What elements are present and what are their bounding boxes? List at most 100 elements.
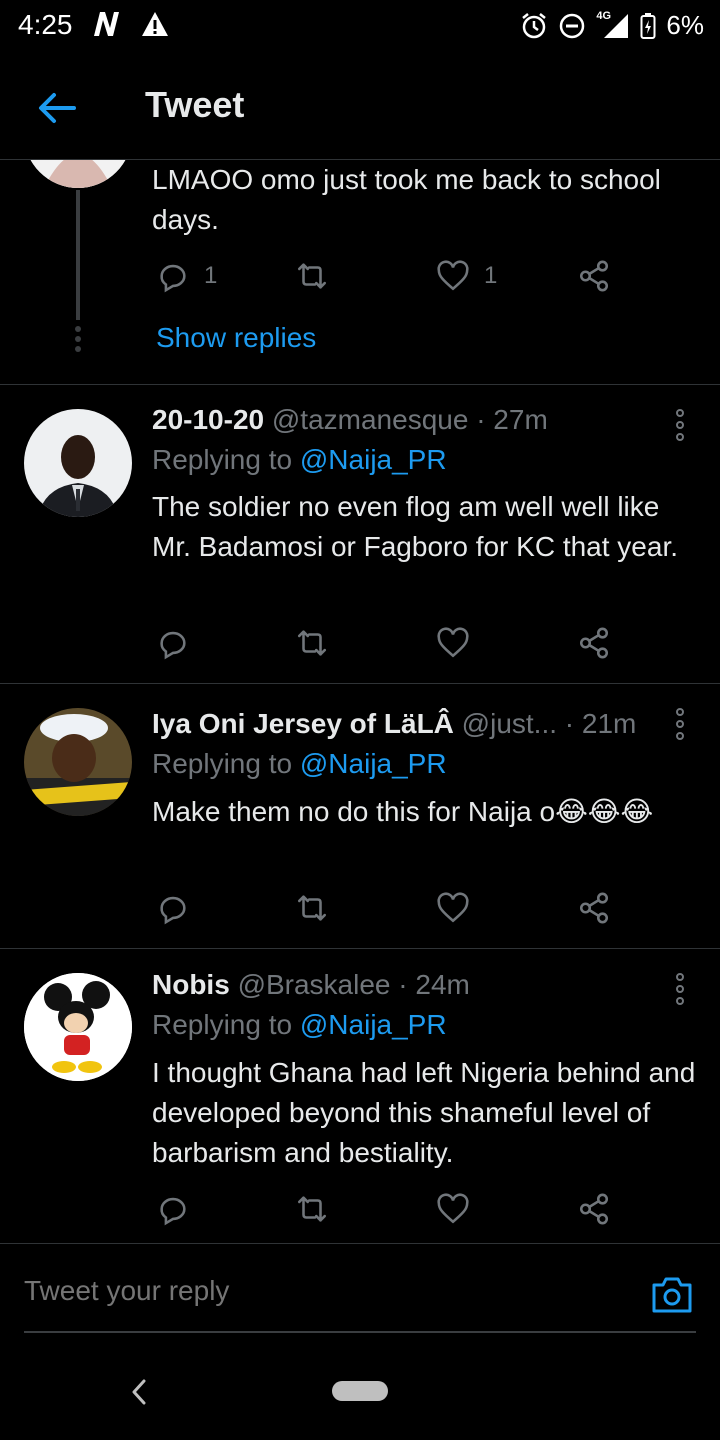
status-notification-icons [92, 10, 170, 38]
share-button[interactable] [577, 888, 611, 928]
reply-tweet[interactable]: 20-10-20 @tazmanesque · 27m Replying to … [0, 385, 720, 684]
signal-indicator: 4G [596, 10, 630, 40]
retweet-button[interactable] [295, 623, 329, 663]
timestamp: · 21m [564, 708, 637, 739]
heart-icon [437, 627, 469, 658]
tweet-actions [152, 1189, 622, 1229]
like-button[interactable]: 1 [436, 256, 497, 296]
back-arrow-icon[interactable] [36, 86, 80, 130]
reply-count: 1 [204, 262, 218, 289]
reply-button[interactable] [156, 623, 190, 663]
tweet-body: Iya Oni Jersey of LäLÂ @just... · 21m Re… [152, 704, 660, 784]
tweet-text: Make them no do this for Naija o😂😂😂 [152, 796, 654, 827]
tweet-meta: Nobis @Braskalee · 24m [152, 965, 660, 1005]
share-icon [579, 260, 609, 292]
display-name[interactable]: Iya Oni Jersey of LäLÂ [152, 708, 454, 739]
avatar[interactable] [24, 973, 132, 1081]
tweet-actions: 1 1 [152, 256, 622, 296]
like-button[interactable] [436, 888, 470, 928]
retweet-icon [297, 630, 327, 656]
show-replies-link[interactable]: Show replies [156, 322, 316, 354]
replying-prefix: Replying to [152, 748, 293, 779]
more-options-icon[interactable] [670, 405, 690, 445]
nairaland-app-icon [94, 12, 119, 36]
display-name[interactable]: Nobis [152, 969, 230, 1000]
handle[interactable]: @Braskalee [238, 969, 391, 1000]
retweet-icon [297, 1196, 327, 1222]
reply-icon [160, 1197, 186, 1226]
avatar[interactable] [24, 409, 132, 517]
avatar-image [24, 409, 132, 517]
share-icon [579, 627, 609, 659]
status-system-icons: 4G 6% [520, 10, 704, 41]
tweet-meta: Iya Oni Jersey of LäLÂ @just... · 21m [152, 704, 660, 744]
timestamp: · 24m [398, 969, 470, 1000]
reply-button[interactable] [156, 888, 190, 928]
reply-icon [160, 896, 186, 925]
replying-prefix: Replying to [152, 444, 293, 475]
tweet-meta: 20-10-20 @tazmanesque · 27m [152, 400, 660, 440]
reply-icon [160, 631, 186, 660]
avatar-image [24, 708, 132, 816]
heart-icon [437, 892, 469, 923]
more-options-icon[interactable] [670, 704, 690, 744]
more-options-icon[interactable] [670, 969, 690, 1009]
handle[interactable]: @tazmanesque [272, 404, 469, 435]
retweet-button[interactable] [295, 888, 329, 928]
handle[interactable]: @just... [462, 708, 557, 739]
replying-to: Replying to @Naija_PR [152, 744, 660, 784]
reply-tweet[interactable]: Nobis @Braskalee · 24m Replying to @Naij… [0, 949, 720, 1244]
heart-icon [437, 1193, 469, 1224]
replying-to: Replying to @Naija_PR [152, 1005, 660, 1045]
thread-line [76, 190, 80, 320]
heart-icon [437, 260, 469, 291]
status-bar: 4:25 4G 6% [0, 0, 720, 50]
replying-to: Replying to @Naija_PR [152, 440, 660, 480]
avatar[interactable] [24, 708, 132, 816]
replying-prefix: Replying to [152, 1009, 293, 1040]
reply-button[interactable]: 1 [156, 256, 217, 296]
share-icon [579, 892, 609, 924]
reply-button[interactable] [156, 1189, 190, 1229]
avatar[interactable] [24, 160, 132, 188]
like-count: 1 [484, 262, 498, 289]
timestamp: · 27m [476, 404, 548, 435]
tweet-text: I thought Ghana had left Nigeria behind … [152, 1057, 696, 1168]
status-time: 4:25 [18, 9, 73, 40]
like-button[interactable] [436, 1189, 470, 1229]
mention-link[interactable]: @Naija_PR [300, 748, 447, 779]
reply-input[interactable] [24, 1275, 584, 1307]
tweet-actions [152, 623, 622, 663]
system-nav-bar [0, 1355, 720, 1440]
tweet-text: LMAOO omo just took me back to school da… [152, 164, 661, 235]
tweet-text: The soldier no even flog am well well li… [152, 491, 679, 562]
display-name[interactable]: 20-10-20 [152, 404, 264, 435]
signal-icon [604, 13, 629, 38]
retweet-icon [297, 263, 327, 289]
thread-tweet[interactable]: LMAOO omo just took me back to school da… [0, 160, 720, 385]
reply-tweet[interactable]: Iya Oni Jersey of LäLÂ @just... · 21m Re… [0, 684, 720, 949]
tweet-body: LMAOO omo just took me back to school da… [152, 160, 698, 240]
nav-home-pill[interactable] [332, 1381, 388, 1401]
warning-icon [142, 12, 168, 36]
retweet-button[interactable] [295, 256, 329, 296]
tweet-text-wrap: Make them no do this for Naija o😂😂😂 [152, 790, 660, 832]
share-button[interactable] [577, 1189, 611, 1229]
share-icon [579, 1193, 609, 1225]
share-button[interactable] [577, 256, 611, 296]
reply-icon [160, 264, 186, 293]
share-button[interactable] [577, 623, 611, 663]
retweet-icon [297, 895, 327, 921]
tweet-body: Nobis @Braskalee · 24m Replying to @Naij… [152, 965, 660, 1045]
mention-link[interactable]: @Naija_PR [300, 1009, 447, 1040]
nav-back-icon[interactable] [128, 1377, 150, 1407]
camera-icon[interactable] [650, 1273, 694, 1317]
mention-link[interactable]: @Naija_PR [300, 444, 447, 475]
replies-feed[interactable]: LMAOO omo just took me back to school da… [0, 160, 720, 1245]
retweet-button[interactable] [295, 1189, 329, 1229]
avatar-image [24, 160, 132, 188]
like-button[interactable] [436, 623, 470, 663]
battery-percent: 6% [666, 10, 704, 40]
tweet-text-wrap: I thought Ghana had left Nigeria behind … [152, 1051, 698, 1173]
tweet-text-wrap: The soldier no even flog am well well li… [152, 485, 698, 567]
